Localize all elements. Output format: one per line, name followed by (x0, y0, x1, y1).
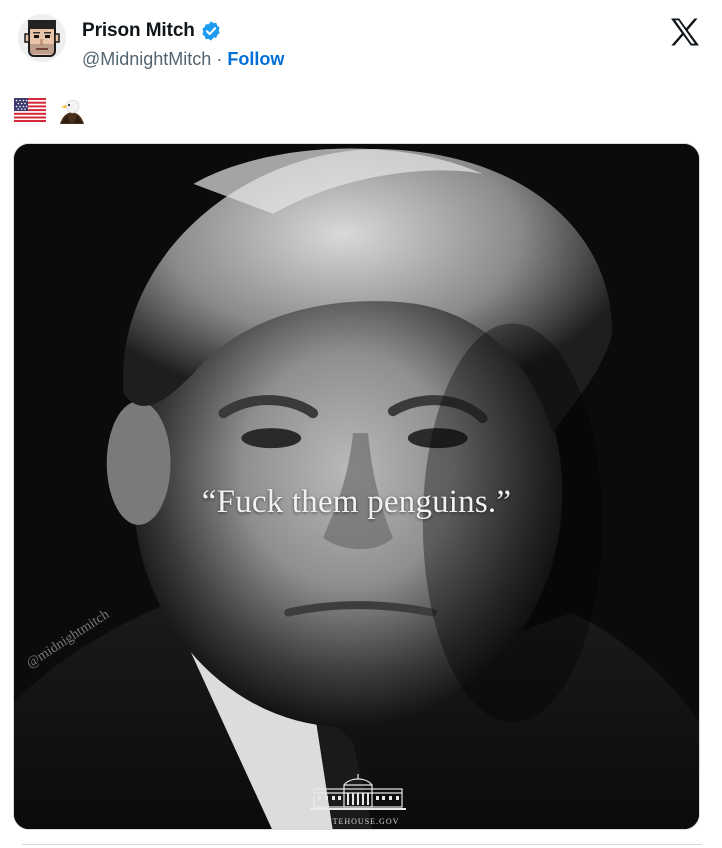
x-logo-icon[interactable] (670, 18, 700, 46)
avatar-image (18, 14, 66, 62)
author-display-name[interactable]: Prison Mitch (82, 20, 195, 42)
verified-badge-icon (200, 20, 222, 42)
author-handle-row: @MidnightMitch · Follow (82, 49, 284, 70)
author-name-row: Prison Mitch (82, 20, 222, 42)
divider (22, 844, 702, 845)
us-flag-emoji (14, 98, 46, 127)
tweet-text (14, 95, 88, 130)
author-handle[interactable]: @MidnightMitch (82, 49, 211, 70)
white-house-logo-icon (310, 774, 406, 810)
follow-button[interactable]: Follow (227, 49, 284, 70)
eagle-emoji (56, 95, 88, 130)
tweet-card: Prison Mitch @MidnightMitch · Follow “Fu… (0, 0, 722, 848)
image-quote-text: “Fuck them penguins.” (201, 484, 512, 520)
separator-dot: · (216, 49, 223, 69)
white-house-site-text: WHITEHOUSE.GOV (313, 817, 400, 826)
author-avatar[interactable] (18, 14, 66, 62)
tweet-image[interactable]: “Fuck them penguins.” @midnightmitch WHI… (13, 143, 700, 830)
